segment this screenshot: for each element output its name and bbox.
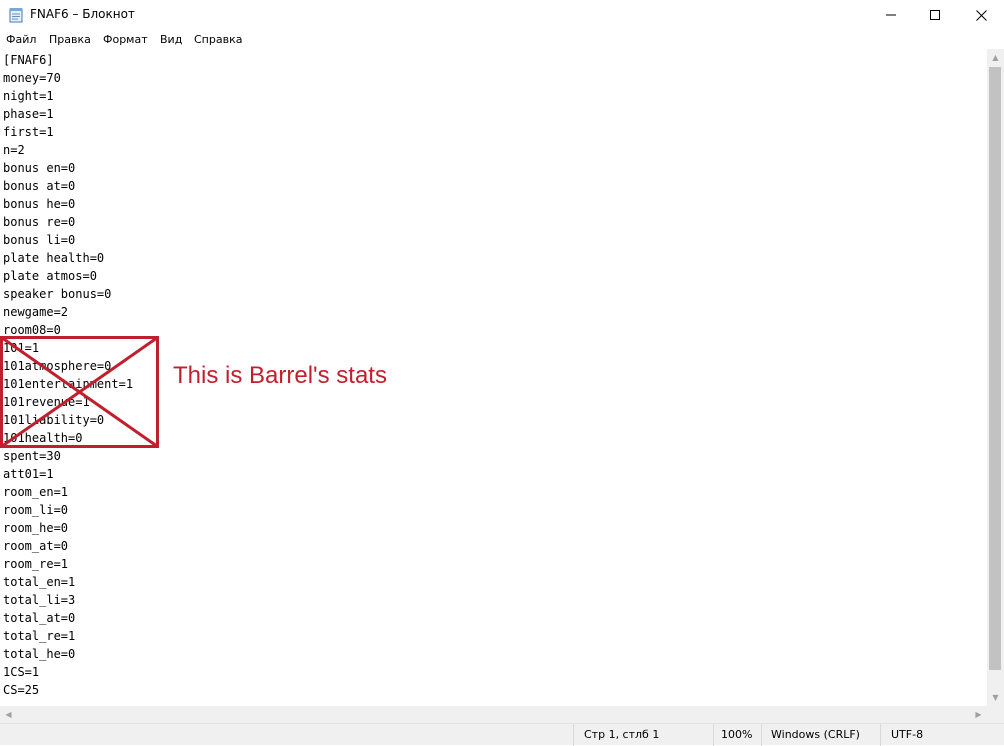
menu-format[interactable]: Формат	[103, 33, 148, 46]
encoding: UTF-8	[891, 728, 924, 741]
title-bar[interactable]: FNAF6 – Блокнот	[0, 0, 1004, 30]
cursor-position: Стр 1, стлб 1	[584, 728, 660, 741]
status-separator	[573, 724, 574, 746]
status-separator	[880, 724, 881, 746]
text-line: n=2	[3, 143, 25, 157]
scrollbar-corner	[987, 706, 1004, 723]
close-button[interactable]	[958, 0, 1004, 30]
text-line: room_li=0	[3, 503, 69, 517]
text-line: total_li=3	[3, 593, 76, 607]
menu-file[interactable]: Файл	[6, 33, 36, 46]
text-line: bonus at=0	[3, 179, 76, 193]
status-bar: Стр 1, стлб 1 100% Windows (CRLF) UTF-8	[0, 723, 1004, 746]
minimize-button[interactable]	[868, 0, 914, 30]
text-line: phase=1	[3, 107, 54, 121]
maximize-button[interactable]	[912, 0, 958, 30]
text-line: room_re=1	[3, 557, 69, 571]
annotation-cross-box	[0, 336, 159, 448]
menu-edit[interactable]: Правка	[49, 33, 91, 46]
text-line: bonus re=0	[3, 215, 76, 229]
text-line: room_at=0	[3, 539, 69, 553]
text-line: speaker bonus=0	[3, 287, 112, 301]
status-separator	[761, 724, 762, 746]
zoom-level: 100%	[721, 728, 753, 741]
text-line: [FNAF6]	[3, 53, 54, 67]
scroll-left-arrow-icon[interactable]: ◀	[0, 706, 17, 723]
notepad-icon	[9, 8, 23, 23]
menu-bar: Файл Правка Формат Вид Справка	[0, 30, 1004, 49]
text-line: plate atmos=0	[3, 269, 97, 283]
text-line: total_en=1	[3, 575, 76, 589]
line-ending: Windows (CRLF)	[771, 728, 860, 741]
close-icon	[975, 9, 987, 21]
text-line: bonus he=0	[3, 197, 76, 211]
text-line: money=70	[3, 71, 61, 85]
vertical-scroll-thumb[interactable]	[989, 67, 1001, 670]
text-line: newgame=2	[3, 305, 69, 319]
text-line: bonus en=0	[3, 161, 76, 175]
text-line: room_en=1	[3, 485, 69, 499]
text-line: night=1	[3, 89, 54, 103]
status-separator	[713, 724, 714, 746]
text-line: CS=25	[3, 683, 40, 697]
maximize-icon	[930, 10, 940, 20]
menu-view[interactable]: Вид	[160, 33, 182, 46]
menu-help[interactable]: Справка	[194, 33, 242, 46]
text-line: plate health=0	[3, 251, 105, 265]
scroll-up-arrow-icon[interactable]: ▲	[987, 49, 1004, 66]
text-line: first=1	[3, 125, 54, 139]
horizontal-scrollbar[interactable]	[0, 706, 987, 723]
text-line: total_he=0	[3, 647, 76, 661]
window-title: FNAF6 – Блокнот	[30, 7, 135, 21]
text-line: 1CS=1	[3, 665, 40, 679]
minimize-icon	[886, 14, 896, 16]
scroll-down-arrow-icon[interactable]: ▼	[987, 689, 1004, 706]
text-line: room_he=0	[3, 521, 69, 535]
text-line: att01=1	[3, 467, 54, 481]
text-line: bonus li=0	[3, 233, 76, 247]
text-line: total_re=1	[3, 629, 76, 643]
annotation-label: This is Barrel's stats	[173, 362, 387, 389]
text-line: total_at=0	[3, 611, 76, 625]
scroll-right-arrow-icon[interactable]: ▶	[970, 706, 987, 723]
